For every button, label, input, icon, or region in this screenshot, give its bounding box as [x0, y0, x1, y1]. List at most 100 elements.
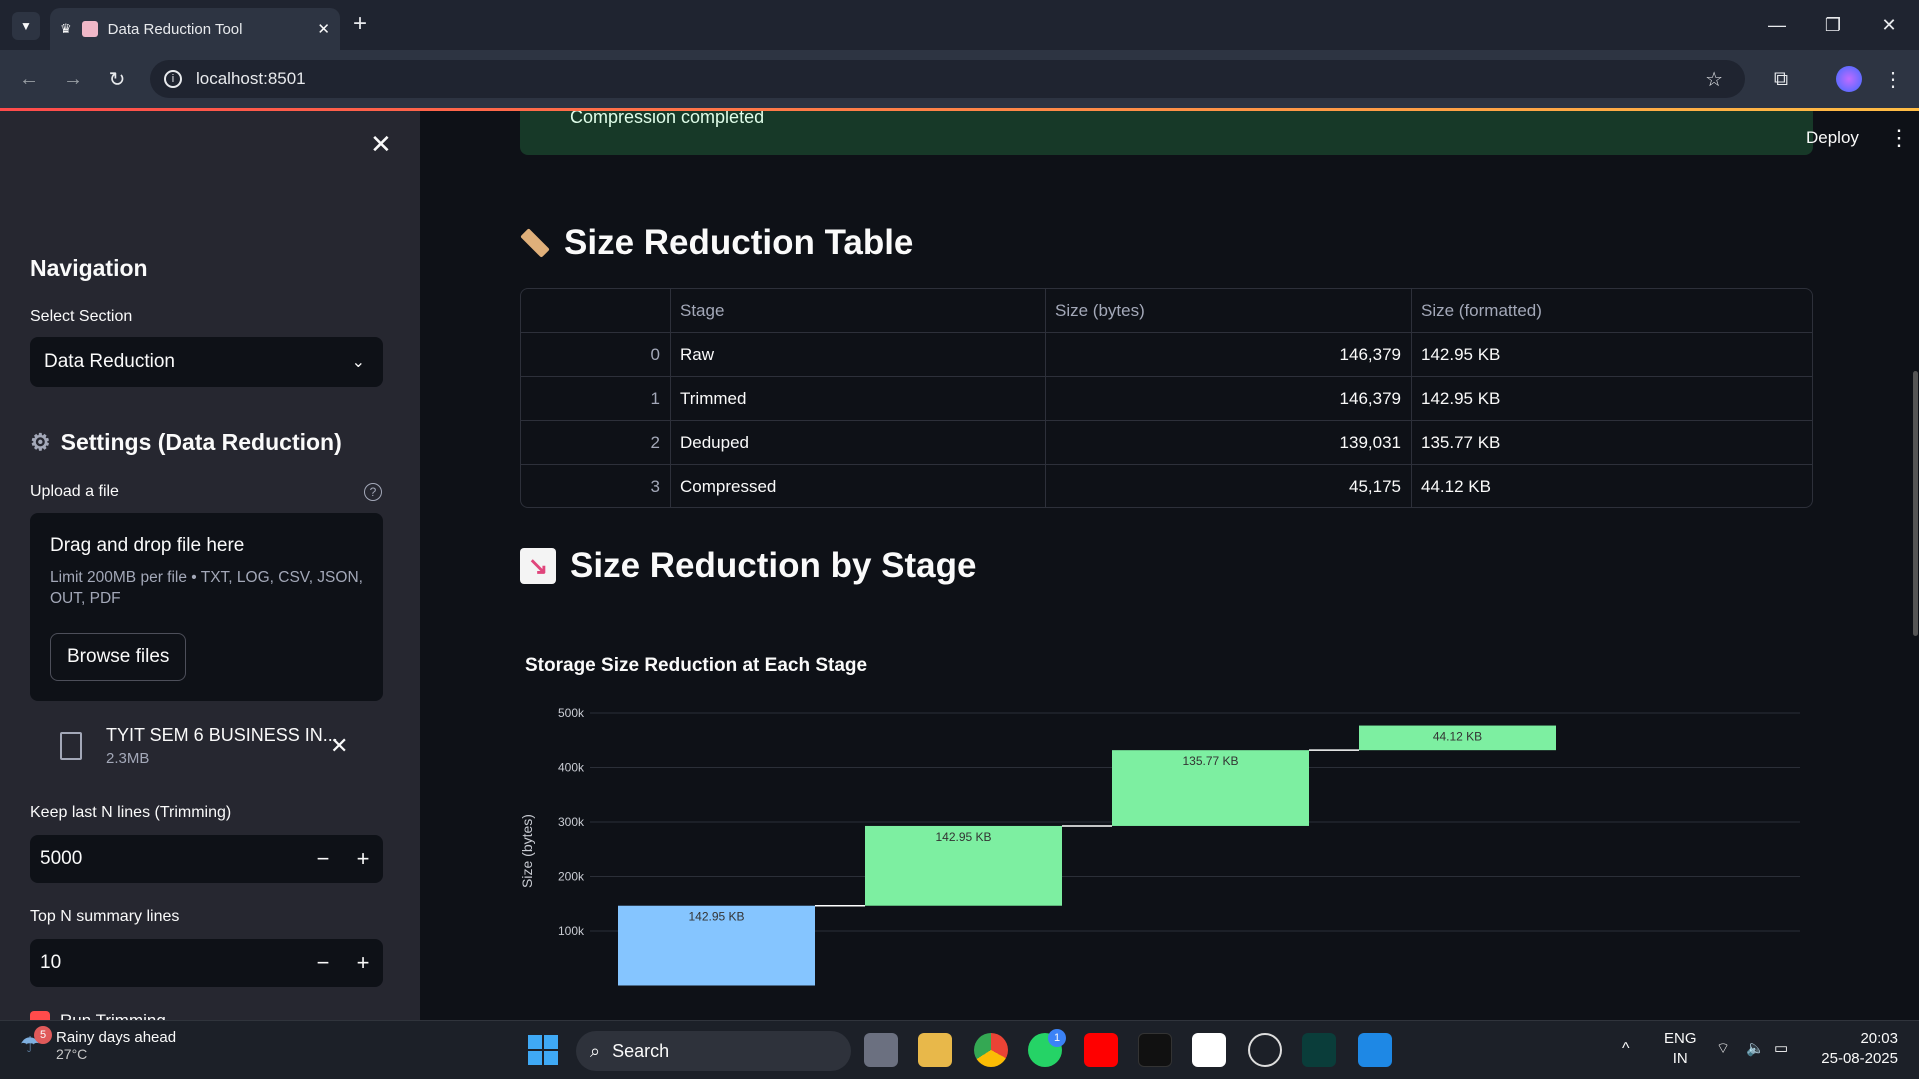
table-heading: Size Reduction Table: [564, 223, 914, 262]
time: 20:03: [1860, 1030, 1898, 1047]
youtube-icon[interactable]: [1084, 1033, 1118, 1067]
upload-label: Upload a file: [30, 483, 119, 500]
taskbar-search[interactable]: ⌕ Search: [576, 1031, 851, 1071]
success-text: Compression completed: [570, 111, 765, 127]
waterfall-chart[interactable]: 100k 200k 300k 400k 500k Size (bytes) 142.95 K…: [520, 701, 1810, 1020]
bookmark-star-icon[interactable]: ☆: [1705, 67, 1723, 92]
weather-temp: 27°C: [56, 1046, 88, 1062]
windows-start-icon[interactable]: [528, 1035, 558, 1065]
file-dropzone[interactable]: Drag and drop file here Limit 200MB per …: [30, 513, 383, 701]
section-select-value: Data Reduction: [44, 351, 175, 372]
chart-heading-row: ↘ Size Reduction by Stage: [520, 546, 976, 586]
language-indicator[interactable]: ENG IN: [1664, 1029, 1697, 1069]
task-view-icon[interactable]: [864, 1033, 898, 1067]
decrement-icon[interactable]: −: [303, 950, 343, 976]
cell-index: 1: [521, 377, 671, 420]
chevron-down-icon: ⌄: [351, 354, 365, 371]
chatgpt-icon[interactable]: [1248, 1033, 1282, 1067]
file-icon: [60, 732, 82, 760]
cell-index: 3: [521, 465, 671, 507]
close-window-icon[interactable]: ✕: [1862, 0, 1916, 50]
streamlit-crown-icon: ♛: [60, 21, 72, 36]
dropzone-subtitle: Limit 200MB per file • TXT, LOG, CSV, JS…: [50, 569, 363, 607]
scrollbar-thumb[interactable]: [1913, 371, 1918, 636]
cell-bytes: 146,379: [1046, 333, 1412, 376]
browser-tab[interactable]: ♛ Data Reduction Tool ✕: [50, 8, 340, 50]
col-header[interactable]: Size (formatted): [1412, 289, 1812, 332]
bar-label: 142.95 KB: [935, 830, 991, 844]
clock[interactable]: 20:03 25-08-2025: [1816, 1029, 1898, 1069]
trim-number-input[interactable]: 5000 − +: [30, 835, 383, 883]
close-tab-icon[interactable]: ✕: [317, 20, 330, 38]
tradingview-icon[interactable]: [1138, 1033, 1172, 1067]
battery-icon[interactable]: ▭: [1774, 1039, 1788, 1059]
forward-icon[interactable]: →: [58, 64, 88, 94]
lang-line1: ENG: [1664, 1030, 1697, 1047]
browse-files-button[interactable]: Browse files: [50, 633, 187, 681]
remove-file-icon[interactable]: ✕: [330, 733, 348, 759]
weather-title: Rainy days ahead: [56, 1029, 177, 1046]
minimize-icon[interactable]: —: [1750, 0, 1804, 50]
weather-widget[interactable]: ☂ 5 Rainy days ahead 27°C: [20, 1025, 177, 1062]
cell-stage: Trimmed: [671, 377, 1046, 420]
col-header[interactable]: Stage: [671, 289, 1046, 332]
deploy-button[interactable]: Deploy: [1806, 128, 1859, 148]
navigation-heading: Navigation: [30, 255, 148, 281]
increment-icon[interactable]: +: [343, 950, 383, 976]
url-text: localhost:8501: [196, 69, 306, 88]
restore-icon[interactable]: ❐: [1806, 0, 1860, 50]
cell-stage: Deduped: [671, 421, 1046, 464]
cell-index: 2: [521, 421, 671, 464]
favicon-icon: [81, 21, 98, 37]
wifi-icon[interactable]: ⌔: [1716, 1039, 1730, 1059]
col-header: [521, 289, 671, 332]
chevron-up-icon[interactable]: ^: [1622, 1039, 1630, 1059]
cell-formatted: 142.95 KB: [1421, 344, 1501, 364]
volume-icon[interactable]: 🔈: [1746, 1039, 1765, 1059]
cell-bytes: 146,379: [1046, 377, 1412, 420]
address-bar[interactable]: i localhost:8501 ☆: [150, 60, 1745, 98]
col-header[interactable]: Size (bytes): [1046, 289, 1412, 332]
close-sidebar-icon[interactable]: ✕: [370, 129, 392, 160]
tab-search-icon[interactable]: ▼: [12, 12, 40, 40]
cell-bytes: 45,175: [1046, 465, 1412, 507]
checkbox-label: Run Trimming: [60, 1011, 166, 1020]
new-tab-icon[interactable]: +: [353, 10, 367, 38]
table-header-row: Stage Size (bytes) Size (formatted): [521, 289, 1812, 333]
checkbox[interactable]: [30, 1011, 50, 1020]
cell-formatted: 44.12 KB: [1421, 477, 1491, 496]
chrome-icon[interactable]: [974, 1033, 1008, 1067]
ruler-icon: [520, 228, 550, 258]
decrement-icon[interactable]: −: [303, 846, 343, 872]
y-axis-label: Size (bytes): [520, 814, 535, 888]
cell-stage: Raw: [671, 333, 1046, 376]
trim-label: Keep last N lines (Trimming): [30, 804, 232, 821]
reload-icon[interactable]: ↻: [102, 64, 132, 94]
bar-label: 44.12 KB: [1433, 730, 1482, 744]
uploaded-file: TYIT SEM 6 BUSINESS IN... 2.3MB ✕: [30, 711, 383, 781]
trim-value[interactable]: 5000: [40, 848, 303, 870]
profile-avatar[interactable]: [1836, 66, 1862, 92]
gmail-icon[interactable]: [1192, 1033, 1226, 1067]
file-explorer-icon[interactable]: [918, 1033, 952, 1067]
vscode-icon[interactable]: [1358, 1033, 1392, 1067]
bar-label: 135.77 KB: [1182, 754, 1238, 768]
extensions-icon[interactable]: ⧉: [1766, 64, 1796, 94]
section-select[interactable]: Data Reduction ⌄: [30, 337, 383, 387]
app-icon[interactable]: [1302, 1033, 1336, 1067]
settings-heading: Settings (Data Reduction): [60, 429, 342, 455]
back-icon[interactable]: ←: [14, 64, 44, 94]
y-tick-label: 100k: [558, 924, 585, 938]
table-row: 2 Deduped 139,031 135.77 KB: [521, 421, 1812, 465]
increment-icon[interactable]: +: [343, 846, 383, 872]
weather-badge: 5: [34, 1025, 52, 1044]
topn-number-input[interactable]: 10 − +: [30, 939, 383, 987]
topn-value[interactable]: 10: [40, 952, 303, 974]
help-icon[interactable]: ?: [364, 483, 382, 501]
chart-heading: Size Reduction by Stage: [570, 546, 977, 585]
success-alert: Compression completed: [520, 111, 1813, 155]
main-menu-icon[interactable]: ⋮: [1888, 125, 1910, 151]
size-table[interactable]: Stage Size (bytes) Size (formatted) 0 Ra…: [520, 288, 1813, 508]
site-info-icon[interactable]: i: [164, 70, 182, 88]
browser-menu-icon[interactable]: ⋮: [1878, 64, 1908, 94]
